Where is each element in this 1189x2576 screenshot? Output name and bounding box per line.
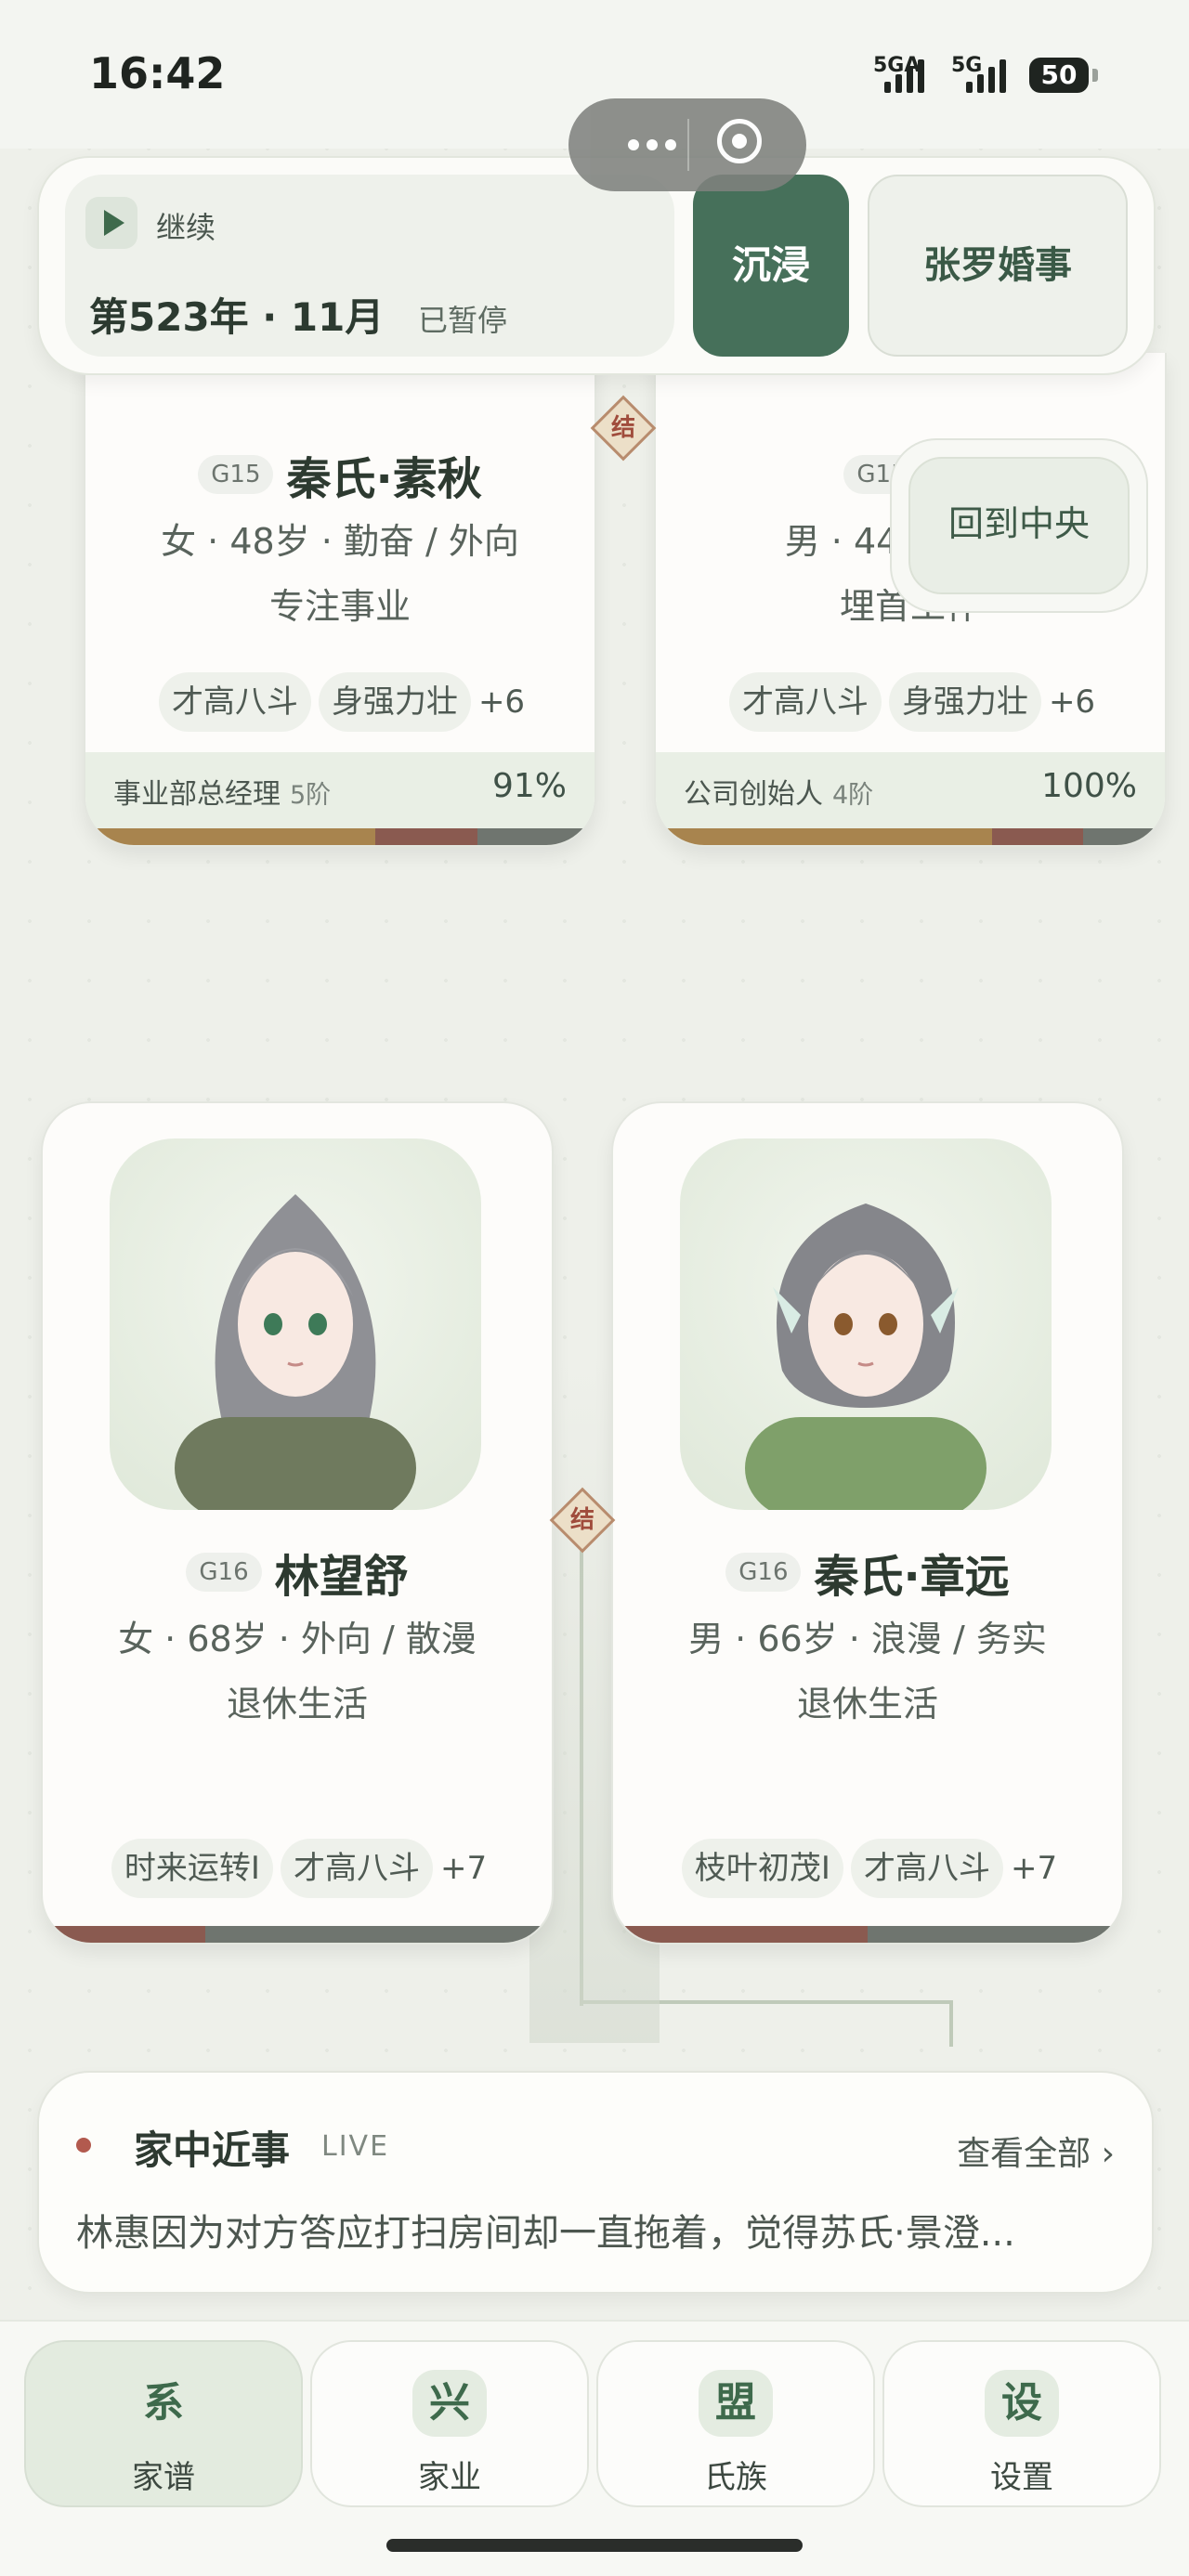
job-percent: 91% — [491, 767, 567, 805]
person-card-lin-wangshu[interactable]: G16 林望舒 女 · 68岁 · 外向 / 散漫 退休生活 时来运转I 才高八斗 +… — [41, 1101, 554, 1945]
play-icon[interactable] — [85, 197, 137, 249]
news-title: 家中近事 — [134, 2127, 291, 2173]
avatar-portrait — [175, 1194, 416, 1510]
job-rank: 5阶 — [290, 781, 332, 810]
trait-pill[interactable]: 才高八斗 — [280, 1839, 433, 1898]
person-info: 女 · 68岁 · 外向 / 散漫 — [118, 1619, 477, 1659]
immerse-button[interactable]: 沉浸 — [693, 175, 849, 357]
name-line: G16 秦氏·章远 — [613, 1540, 1122, 1605]
tab-family-business[interactable]: 兴 家业 — [310, 2340, 589, 2507]
signal-icon — [884, 56, 924, 93]
back-to-center-button[interactable]: 回到中央 — [890, 438, 1148, 613]
resume-label[interactable]: 继续 — [156, 204, 216, 247]
signal-icon — [966, 56, 1006, 93]
more-traits[interactable]: +7 — [440, 1850, 487, 1887]
person-status: 退休生活 — [796, 1684, 938, 1724]
person-name: 秦氏·素秋 — [286, 453, 482, 505]
tab-label: 家业 — [418, 2459, 481, 2496]
tab-clan[interactable]: 盟 氏族 — [596, 2340, 875, 2507]
trait-list: 才高八斗 身强力壮 +6 — [656, 672, 1165, 732]
tab-label: 氏族 — [704, 2459, 767, 2496]
person-name: 林望舒 — [274, 1551, 409, 1603]
more-traits[interactable]: +6 — [1049, 683, 1095, 721]
person-status: 专注事业 — [268, 586, 411, 627]
person-name: 秦氏·章远 — [814, 1551, 1010, 1603]
person-info: 女 · 48岁 · 勤奋 / 外向 — [161, 521, 519, 562]
avatar — [680, 1138, 1052, 1510]
job-title: 公司创始人 4阶 — [684, 778, 874, 811]
job-bar: 事业部总经理 5阶 91% — [85, 752, 594, 828]
trait-list: 时来运转I 才高八斗 +7 — [43, 1839, 552, 1898]
miniprogram-capsule — [568, 98, 806, 191]
more-icon[interactable] — [606, 123, 699, 167]
job-rank: 4阶 — [832, 781, 874, 810]
live-badge: LIVE — [321, 2130, 390, 2163]
trait-list: 才高八斗 身强力壮 +6 — [85, 672, 594, 732]
trait-pill[interactable]: 时来运转I — [111, 1839, 273, 1898]
more-traits[interactable]: +6 — [478, 683, 525, 721]
time-box[interactable]: 继续 第523年 · 11月 已暂停 — [65, 175, 674, 357]
tab-family-tree[interactable]: 系 家谱 — [24, 2340, 303, 2507]
battery-cap — [1092, 69, 1098, 82]
tree-connector — [949, 2000, 953, 2047]
game-date: 第523年 · 11月 — [89, 294, 385, 340]
view-all-link[interactable]: 查看全部 › — [957, 2127, 1115, 2175]
clan-icon: 盟 — [699, 2370, 773, 2437]
live-dot-icon — [76, 2138, 91, 2153]
battery-icon: 50 — [1029, 58, 1089, 93]
family-news-panel[interactable]: 家中近事 LIVE 查看全部 › 林惠因为对方答应打扫房间却一直拖着，觉得苏氏·… — [37, 2071, 1154, 2294]
person-status: 退休生活 — [226, 1684, 368, 1724]
attribute-bar — [43, 1926, 552, 1943]
tab-label: 设置 — [990, 2459, 1053, 2496]
clock: 16:42 — [89, 48, 226, 98]
person-card-qin-suqiu[interactable]: G15 秦氏·素秋 女 · 48岁 · 勤奋 / 外向 专注事业 才高八斗 身强力壮… — [84, 353, 596, 847]
more-traits[interactable]: +7 — [1011, 1850, 1057, 1887]
avatar-portrait — [745, 1203, 986, 1510]
arrange-marriage-button[interactable]: 张罗婚事 — [868, 175, 1128, 357]
person-info: 男 · 66岁 · 浪漫 / 务实 — [688, 1619, 1047, 1659]
trait-pill[interactable]: 才高八斗 — [850, 1839, 1003, 1898]
trait-pill[interactable]: 身强力壮 — [318, 672, 471, 732]
job-title: 事业部总经理 5阶 — [113, 778, 332, 811]
trait-pill[interactable]: 身强力壮 — [888, 672, 1041, 732]
generation-badge: G16 — [725, 1553, 802, 1592]
trait-list: 枝叶初茂I 才高八斗 +7 — [613, 1839, 1122, 1898]
back-to-center-label: 回到中央 — [908, 457, 1130, 594]
name-line: G16 林望舒 — [43, 1540, 552, 1605]
tab-settings[interactable]: 设 设置 — [882, 2340, 1161, 2507]
attribute-bar — [85, 828, 594, 845]
person-card-qin-zhangyuan[interactable]: G16 秦氏·章远 男 · 66岁 · 浪漫 / 务实 退休生活 枝叶初茂I 才高八… — [611, 1101, 1124, 1945]
close-target-icon[interactable] — [717, 119, 762, 163]
trait-pill[interactable]: 才高八斗 — [158, 672, 311, 732]
home-indicator — [386, 2539, 803, 2552]
pause-state: 已暂停 — [418, 303, 508, 338]
generation-badge: G16 — [186, 1553, 262, 1592]
generation-badge: G15 — [198, 455, 274, 494]
attribute-bar — [656, 828, 1165, 845]
job-bar: 公司创始人 4阶 100% — [656, 752, 1165, 828]
bottom-nav: 系 家谱 兴 家业 盟 氏族 设 设置 — [0, 2320, 1189, 2576]
attribute-bar — [613, 1926, 1122, 1943]
time-control-bar: 继续 第523年 · 11月 已暂停 沉浸 张罗婚事 — [37, 156, 1156, 375]
name-line: G15 秦氏·素秋 — [85, 442, 594, 507]
settings-icon: 设 — [985, 2370, 1059, 2437]
trait-pill[interactable]: 才高八斗 — [728, 672, 882, 732]
business-icon: 兴 — [412, 2370, 487, 2437]
trait-pill[interactable]: 枝叶初茂I — [681, 1839, 843, 1898]
news-text: 林惠因为对方答应打扫房间却一直拖着，觉得苏氏·景澄... — [76, 2212, 1015, 2255]
tab-label: 家谱 — [132, 2459, 195, 2496]
avatar — [110, 1138, 481, 1510]
family-tree-icon: 系 — [143, 2379, 184, 2426]
job-percent: 100% — [1041, 767, 1137, 805]
